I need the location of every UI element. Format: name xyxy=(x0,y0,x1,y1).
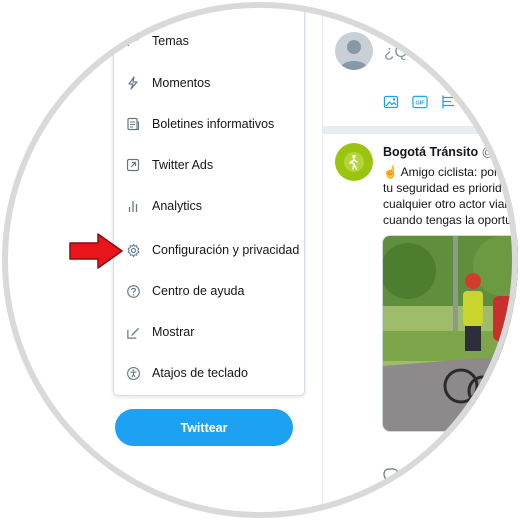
reply-icon[interactable] xyxy=(383,468,399,487)
tweet-text-line: ☝ Amigo ciclista: por xyxy=(383,165,498,179)
image-media-icon[interactable] xyxy=(383,94,399,110)
tweet-text-line: cuando tengas la oportu xyxy=(383,213,512,227)
tweet-author-avatar[interactable] xyxy=(335,143,373,181)
red-arrow-annotation xyxy=(69,233,123,269)
menu-item-label: Temas xyxy=(152,34,189,48)
cyclists-photo xyxy=(383,236,518,431)
poll-icon[interactable] xyxy=(441,94,457,110)
menu-item-temas[interactable]: Temas xyxy=(114,23,304,59)
display-pencil-icon xyxy=(114,325,152,340)
tweet-author-handle: @B xyxy=(481,145,503,159)
circular-frame: Temas Momentos Boletines informativos Tw… xyxy=(2,2,518,518)
tweet-button[interactable]: Twittear xyxy=(115,409,293,446)
menu-item-centro-ayuda[interactable]: Centro de ayuda xyxy=(114,273,304,309)
newsletter-icon xyxy=(114,117,152,131)
more-options-menu: Temas Momentos Boletines informativos Tw… xyxy=(113,2,305,396)
tweet-photo-cyclists[interactable] xyxy=(382,235,518,432)
tweet-text-line: cualquier otro actor vial, xyxy=(383,197,511,211)
menu-item-twitter-ads[interactable]: Twitter Ads xyxy=(114,147,304,183)
help-question-icon xyxy=(114,284,152,299)
compose-toolbar: GIF xyxy=(383,94,457,110)
menu-item-mostrar[interactable]: Mostrar xyxy=(114,314,304,350)
accessibility-icon xyxy=(114,366,152,381)
menu-item-label: Centro de ayuda xyxy=(152,284,245,298)
default-avatar-icon xyxy=(340,40,368,70)
tweet-text: ☝ Amigo ciclista: por tu seguridad es pr… xyxy=(383,164,518,228)
compose-tweet-input[interactable]: ¿Qu xyxy=(384,42,417,62)
pedestrian-logo-icon xyxy=(344,152,364,172)
menu-item-label: Atajos de teclado xyxy=(152,366,248,380)
menu-item-label: Configuración y privacidad xyxy=(152,243,300,257)
compose-divider xyxy=(322,126,518,134)
menu-item-label: Mostrar xyxy=(152,325,195,339)
menu-item-atajos-teclado[interactable]: Atajos de teclado xyxy=(114,355,304,391)
user-avatar[interactable] xyxy=(335,32,373,70)
menu-item-label: Analytics xyxy=(152,199,203,213)
tweet-text-line: tu seguridad es priorida xyxy=(383,181,509,195)
ads-external-icon xyxy=(114,158,152,172)
menu-item-label: Momentos xyxy=(152,76,211,90)
menu-item-analytics[interactable]: Analytics xyxy=(114,188,304,224)
menu-item-boletines[interactable]: Boletines informativos xyxy=(114,106,304,142)
gif-icon[interactable]: GIF xyxy=(412,94,428,110)
menu-item-label: Boletines informativos xyxy=(152,117,275,131)
svg-text:GIF: GIF xyxy=(415,100,425,106)
menu-item-configuracion[interactable]: Configuración y privacidad xyxy=(114,232,304,268)
menu-item-label: Twitter Ads xyxy=(152,158,214,172)
topics-icon xyxy=(114,34,152,48)
tweet-author-name[interactable]: Bogotá Tránsito @B xyxy=(383,145,503,159)
analytics-bars-icon xyxy=(114,199,152,213)
menu-item-momentos[interactable]: Momentos xyxy=(114,65,304,101)
moments-bolt-icon xyxy=(114,76,152,90)
